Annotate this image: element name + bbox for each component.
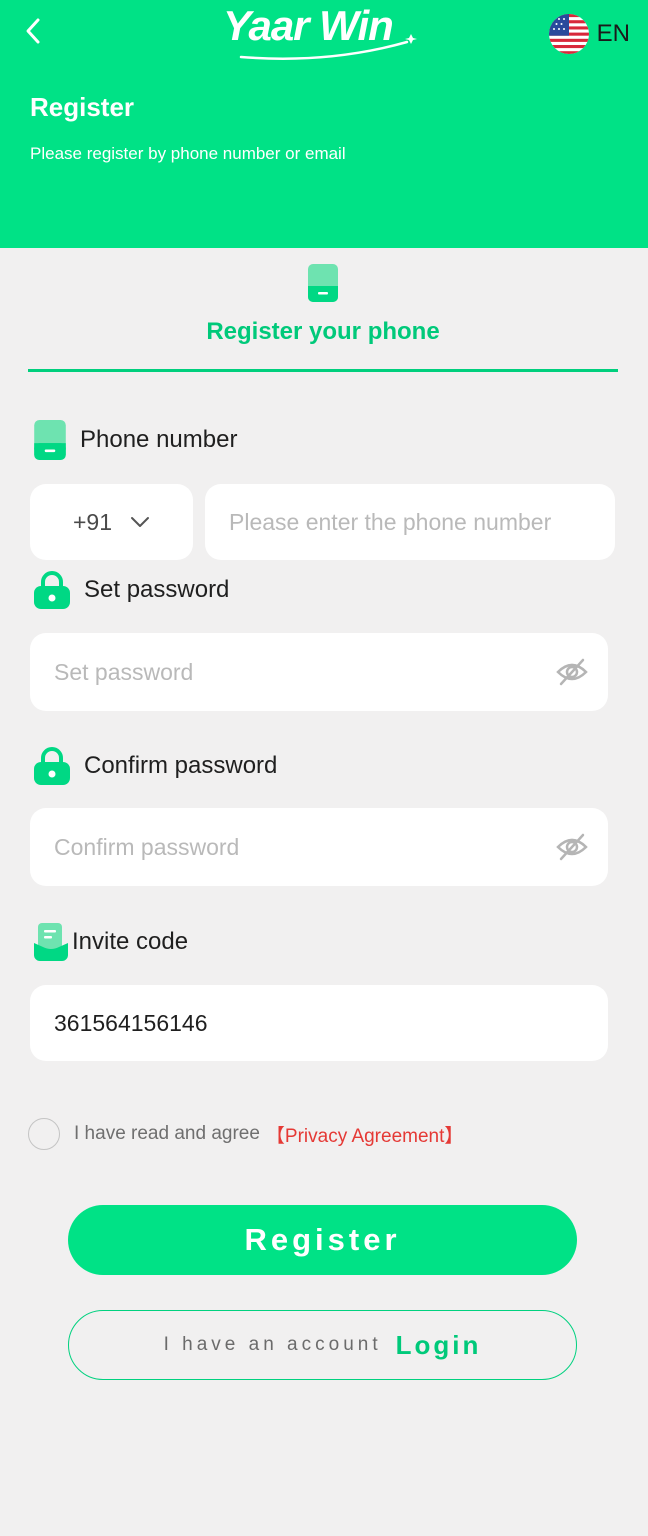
page-title: Register [30,92,135,122]
login-prefix-text: I have an account [163,1334,382,1355]
confirm-password-input[interactable] [30,833,534,861]
password-input[interactable] [30,658,534,686]
logo-swoosh [239,34,417,60]
agreement-row: I have read and agree 【Privacy Agreement… [28,1117,463,1151]
invite-label-text: Invite code [72,928,189,955]
invite-icon [34,923,68,961]
header: Yaar Win EN Register Please register by … [0,0,648,248]
confirm-input-box [30,808,608,886]
phone-input[interactable] [205,508,615,536]
confirm-label-text: Confirm password [84,752,278,779]
phone-input-box [205,484,615,560]
password-input-box [30,633,608,711]
confirm-label: Confirm password [34,746,277,786]
country-code-value: +91 [72,508,112,535]
country-code-select[interactable]: +91 [30,484,193,560]
register-button[interactable]: Register [68,1205,577,1275]
login-button[interactable]: I have an account Login [68,1310,577,1380]
privacy-agreement-link[interactable]: 【Privacy Agreement】 [266,1121,463,1148]
agreement-checkbox[interactable] [28,1118,60,1150]
invite-code-input[interactable] [30,1009,608,1037]
chevron-down-icon [131,517,149,527]
page-subtitle: Please register by phone number or email [30,144,346,163]
language-selector[interactable]: EN [548,14,630,54]
phone-label: Phone number [34,420,237,460]
tab-label: Register your phone [206,318,440,345]
tab-register-phone[interactable]: Register your phone [28,260,618,372]
password-label-text: Set password [84,576,230,603]
us-flag-icon [548,14,589,54]
tab-underline [28,369,618,372]
login-link-text: Login [395,1329,482,1360]
lock-icon [34,571,70,609]
language-label: EN [596,20,630,47]
eye-off-icon[interactable] [556,832,588,862]
invite-input-box [30,985,608,1061]
lock-icon [34,747,70,785]
agreement-text: I have read and agree [74,1123,260,1144]
phone-label-text: Phone number [80,426,238,453]
phone-icon [308,264,338,302]
eye-off-icon[interactable] [556,657,588,687]
phone-icon [34,420,66,460]
password-label: Set password [34,570,229,610]
invite-label: Invite code [34,922,188,962]
